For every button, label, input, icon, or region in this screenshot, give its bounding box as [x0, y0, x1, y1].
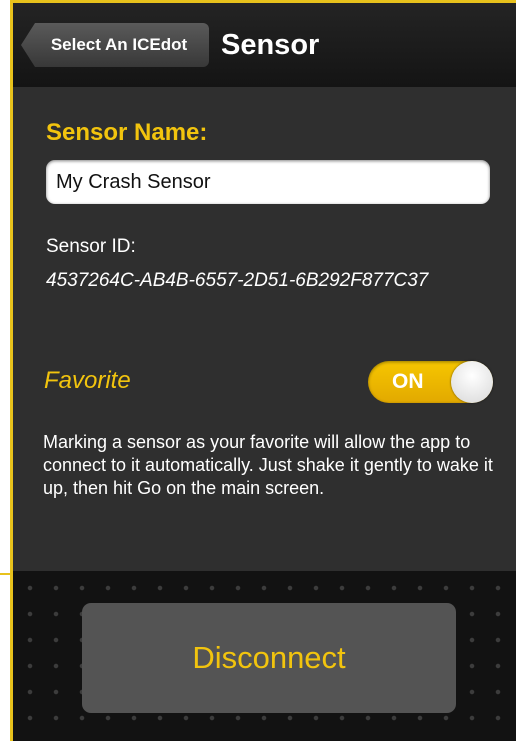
sensor-screen: Select An ICEdot Sensor Sensor Name: Sen… — [13, 3, 516, 741]
sensor-name-input[interactable] — [46, 160, 490, 204]
favorite-description: Marking a sensor as your favorite will a… — [43, 432, 493, 498]
disconnect-button[interactable]: Disconnect — [82, 603, 456, 713]
toggle-knob[interactable] — [451, 361, 493, 403]
sensor-id-label: Sensor ID: — [46, 236, 136, 257]
back-button[interactable]: Select An ICEdot — [21, 23, 209, 67]
frame-divider — [0, 573, 12, 575]
sensor-name-label: Sensor Name: — [46, 119, 208, 146]
device-frame: Select An ICEdot Sensor Sensor Name: Sen… — [0, 0, 516, 741]
navigation-bar: Select An ICEdot Sensor — [13, 3, 516, 87]
favorite-label: Favorite — [44, 367, 131, 394]
sensor-id-value: 4537264C-AB4B-6557-2D51-6B292F877C37 — [46, 270, 429, 291]
page-title: Sensor — [221, 29, 320, 61]
toggle-state-text: ON — [392, 370, 424, 393]
favorite-toggle[interactable]: ON — [368, 361, 493, 403]
